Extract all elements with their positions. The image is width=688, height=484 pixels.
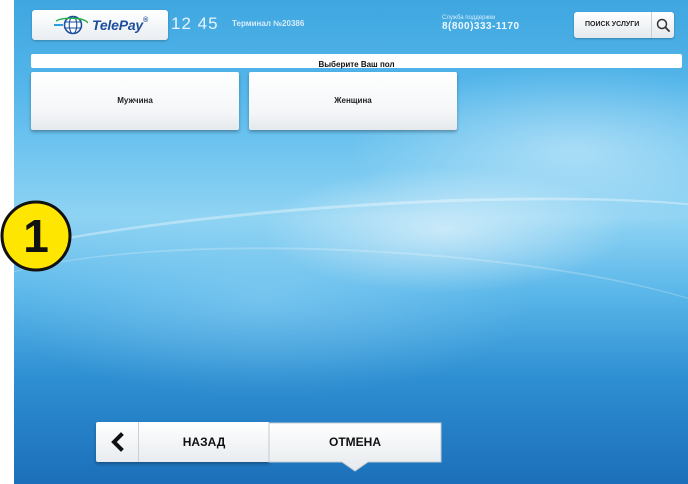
terminal-number: Терминал №20386 [232, 19, 305, 28]
search-label: ПОИСК УСЛУГИ [585, 21, 640, 28]
support-info: Служба поддержки 8(800)333-1170 [442, 15, 552, 32]
telepay-logo: TelePay® [32, 10, 168, 40]
chevron-left-icon [96, 422, 139, 462]
background-wave [14, 173, 688, 360]
option-label: Мужчина [117, 96, 153, 105]
back-button[interactable]: НАЗАД [96, 422, 270, 462]
support-phone: 8(800)333-1170 [442, 21, 520, 32]
kiosk-screen: TelePay® 12 45 Терминал №20386 Служба по… [14, 0, 688, 484]
background-wave [14, 228, 688, 434]
back-label: НАЗАД [182, 435, 226, 449]
step-number-badge: 1 [0, 198, 76, 274]
page-title-bar: Выберите Ваш пол [31, 54, 682, 69]
page-title: Выберите Ваш пол [318, 60, 395, 69]
option-label: Женщина [334, 96, 372, 105]
search-icon [651, 12, 674, 38]
step-number: 1 [23, 210, 49, 262]
cancel-label: ОТМЕНА [329, 435, 381, 449]
option-female-button[interactable]: Женщина [249, 72, 457, 130]
clock: 12 45 [171, 14, 219, 33]
option-male-button[interactable]: Мужчина [31, 72, 239, 130]
header-bar: TelePay® 12 45 Терминал №20386 Служба по… [14, 0, 688, 48]
globe-icon [54, 15, 88, 35]
logo-text: TelePay® [92, 17, 148, 33]
cancel-button[interactable]: ОТМЕНА [268, 422, 442, 472]
search-button[interactable]: ПОИСК УСЛУГИ [574, 12, 674, 38]
